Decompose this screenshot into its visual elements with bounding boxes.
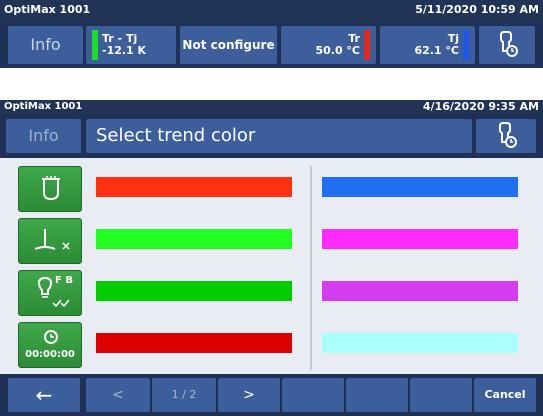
tj-color-stripe (463, 30, 469, 60)
back-button[interactable]: ← (8, 378, 80, 412)
tr-color-stripe (364, 30, 370, 60)
lamp-fb-label: F B (55, 275, 73, 286)
color-swatch (96, 177, 292, 197)
tr-value: 50.0 °C (315, 44, 360, 57)
wrench-clock-icon (499, 122, 517, 148)
timer-label: 00:00:00 (25, 349, 75, 360)
header: Info Select trend color (0, 114, 543, 158)
trtj-button[interactable]: Tr - Tj -12.1 K (86, 26, 176, 64)
color-swatch (96, 229, 292, 249)
footer: ← < 1 / 2 > Cancel (0, 374, 543, 416)
cancel-button[interactable]: Cancel (474, 378, 536, 412)
timer-button[interactable]: 00:00:00 (18, 322, 82, 368)
reactor-button[interactable] (18, 166, 82, 212)
device-name: OptiMax 1001 (4, 3, 91, 16)
device-name-2: OptiMax 1001 (4, 101, 83, 112)
color-option-left-2[interactable] (88, 218, 308, 260)
color-option-right-2[interactable] (314, 218, 534, 260)
settings-timer-button-2[interactable] (476, 119, 536, 153)
color-swatch (96, 333, 292, 353)
color-swatch (322, 281, 518, 301)
sidebar: F B 00:00:00 (0, 158, 88, 374)
settings-timer-button[interactable] (479, 26, 535, 64)
empty-footer-button-1 (282, 378, 344, 412)
app-root: OptiMax 1001 5/11/2020 10:59 AM Info Tr … (0, 0, 543, 416)
reactor-icon (42, 176, 60, 201)
timer-icon (44, 330, 58, 344)
color-option-left-3[interactable] (88, 270, 308, 312)
prev-page-button[interactable]: < (86, 378, 150, 412)
info-button-2[interactable]: Info (6, 119, 81, 153)
trtj-value: -12.1 K (102, 44, 147, 57)
color-option-right-1[interactable] (314, 166, 534, 208)
datetime: 5/11/2020 10:59 AM (415, 3, 539, 16)
color-swatch (322, 177, 518, 197)
color-swatch (96, 281, 292, 301)
page-title: Select trend color (86, 119, 472, 153)
tj-value: 62.1 °C (414, 44, 459, 57)
datetime-2: 4/16/2020 9:35 AM (422, 100, 539, 113)
column-divider (310, 166, 312, 370)
stirrer-button[interactable] (18, 218, 82, 264)
page-indicator: 1 / 2 (152, 378, 216, 412)
not-configured-button[interactable]: Not configure (180, 26, 277, 64)
overview-panel: OptiMax 1001 5/11/2020 10:59 AM Info Tr … (0, 0, 543, 68)
stirrer-icon (34, 229, 70, 250)
wrench-clock-icon (500, 31, 518, 57)
lamp-button[interactable]: F B (18, 270, 82, 316)
color-swatch (322, 229, 518, 249)
content-area: F B 00:00:00 (0, 158, 543, 374)
empty-footer-button-3 (410, 378, 472, 412)
tr-button[interactable]: Tr 50.0 °C (281, 26, 376, 64)
toolbar: Info Tr - Tj -12.1 K Not configure Tr 50… (0, 22, 543, 68)
info-button[interactable]: Info (8, 26, 83, 64)
color-option-left-4[interactable] (88, 322, 308, 364)
trtj-color-stripe (92, 30, 98, 60)
color-swatch (322, 333, 518, 353)
trend-color-panel: OptiMax 1001 4/16/2020 9:35 AM Info Sele… (0, 100, 543, 416)
status-bar: OptiMax 1001 5/11/2020 10:59 AM (0, 0, 543, 22)
color-option-right-3[interactable] (314, 270, 534, 312)
color-option-left-1[interactable] (88, 166, 308, 208)
color-option-right-4[interactable] (314, 322, 534, 364)
tj-button[interactable]: Tj 62.1 °C (380, 26, 475, 64)
empty-footer-button-2 (346, 378, 408, 412)
status-bar-2: OptiMax 1001 4/16/2020 9:35 AM (0, 100, 543, 114)
next-page-button[interactable]: > (218, 378, 280, 412)
